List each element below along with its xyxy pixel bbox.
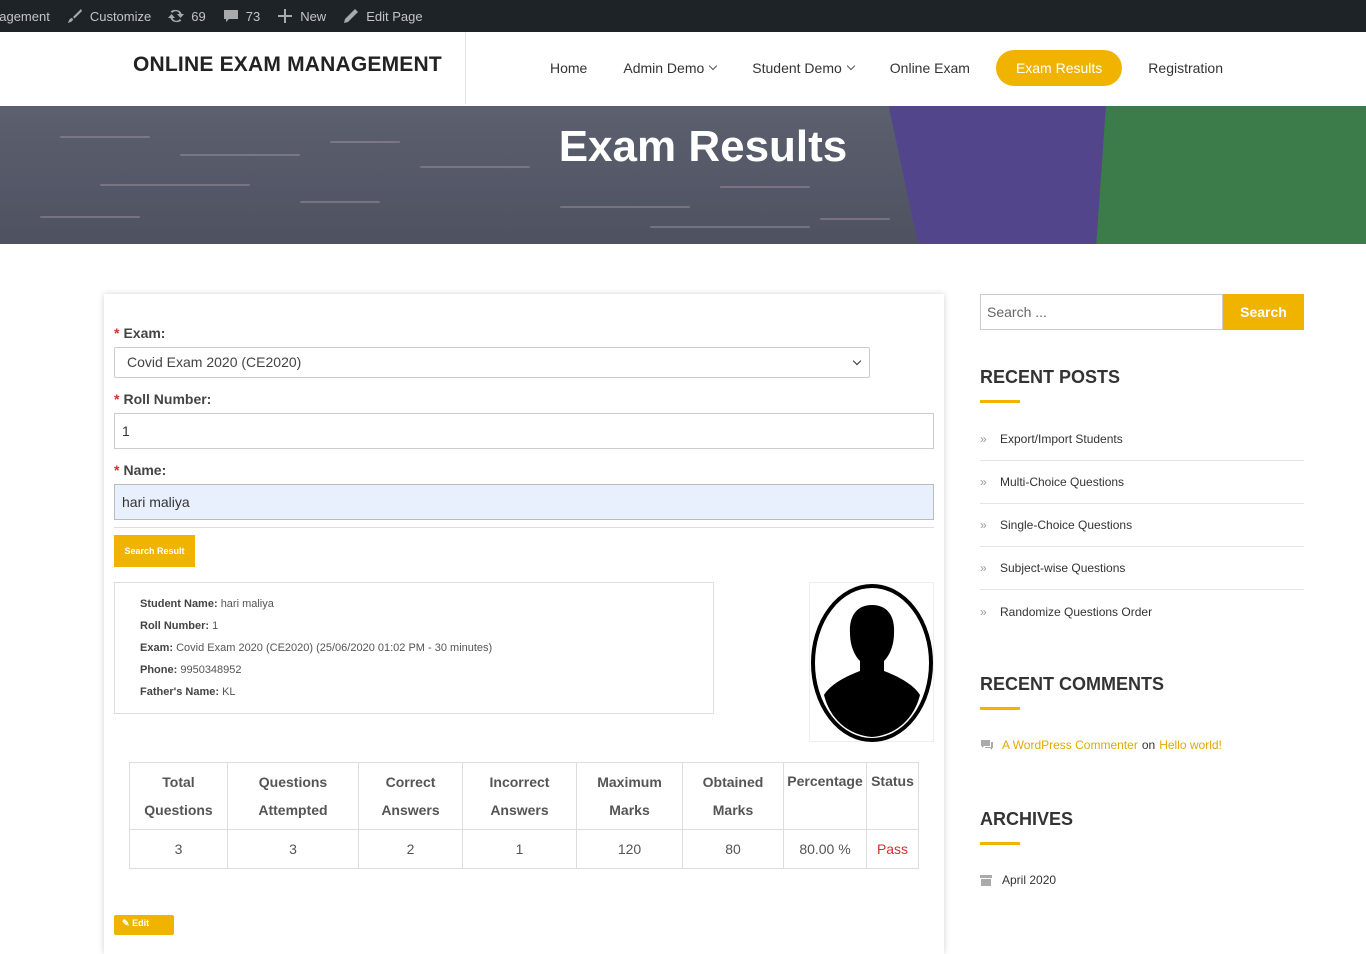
col-questions-attempted: Questions Attempted <box>227 762 359 830</box>
page-banner: Exam Results <box>0 106 1366 244</box>
brush-icon <box>66 7 84 25</box>
nav-exam-results[interactable]: Exam Results <box>995 50 1123 86</box>
edit-icon: ✎ <box>122 918 130 928</box>
avatar-silhouette-icon <box>811 584 933 742</box>
table-header-row: Total Questions Questions Attempted Correc… <box>129 762 919 830</box>
recent-posts-title: RECENT POSTS <box>980 367 1121 387</box>
recent-posts-underline <box>980 400 1020 403</box>
nav-registration[interactable]: Registration <box>1130 50 1241 86</box>
admin-bar-site-name[interactable]: nagement <box>0 0 58 32</box>
col-maximum-marks: Maximum Marks <box>576 762 683 830</box>
double-chevron-right-icon: » <box>980 475 987 489</box>
plus-icon <box>276 7 294 25</box>
exam-result-card: * Exam: Covid Exam 2020 (CE2020) * Roll Nu… <box>104 294 944 954</box>
nav-home[interactable]: Home <box>532 50 605 86</box>
admin-bar-new[interactable]: New <box>268 0 334 32</box>
page-title: Exam Results <box>558 122 848 171</box>
header-divider <box>465 32 466 104</box>
double-chevron-right-icon: » <box>980 604 987 619</box>
archives-title: ARCHIVES <box>980 809 1074 829</box>
exam-label: * Exam: <box>114 325 166 341</box>
comment-post-link[interactable]: Hello world! <box>1159 738 1222 752</box>
double-chevron-right-icon: » <box>980 432 987 446</box>
student-info-box: Student Name: hari maliya Roll Number: 1… <box>114 582 714 714</box>
nav-student-demo[interactable]: Student Demo <box>734 50 872 86</box>
cell-correct-answers: 2 <box>358 829 463 869</box>
cell-incorrect-answers: 1 <box>462 829 577 869</box>
search-result-button[interactable]: Search Result <box>114 535 195 567</box>
recent-comment-item: A WordPress Commenter on Hello world! <box>980 738 1222 752</box>
student-avatar <box>809 582 934 742</box>
table-row: 3 3 2 1 120 80 80.00 % Pass <box>129 829 919 869</box>
col-correct-answers: Correct Answers <box>358 762 463 830</box>
search-button[interactable]: Search <box>1223 294 1304 330</box>
exam-select[interactable]: Covid Exam 2020 (CE2020) <box>114 347 870 378</box>
phone-row: Phone: 9950348952 <box>140 664 242 676</box>
comment-icon <box>222 7 240 25</box>
nav-online-exam[interactable]: Online Exam <box>872 50 988 86</box>
chevron-down-icon <box>852 356 862 366</box>
pencil-icon <box>342 7 360 25</box>
archives-underline <box>980 842 1020 845</box>
edit-button[interactable]: ✎ Edit <box>114 915 174 935</box>
roll-number-row: Roll Number: 1 <box>140 620 219 632</box>
main-nav: Home Admin Demo Student Demo Online Exam… <box>532 49 1241 87</box>
site-header: ONLINE EXAM MANAGEMENT Home Admin Demo S… <box>0 32 1366 106</box>
list-item[interactable]: » Export/Import Students <box>980 418 1304 461</box>
name-input[interactable]: hari maliya <box>114 484 934 520</box>
list-item[interactable]: » Multi-Choice Questions <box>980 461 1304 504</box>
recent-comments-underline <box>980 707 1020 710</box>
results-table: Total Questions Questions Attempted Correc… <box>129 762 919 869</box>
search-input[interactable]: Search ... <box>980 294 1223 330</box>
student-name-row: Student Name: hari maliya <box>140 598 274 610</box>
cell-total-questions: 3 <box>129 829 228 869</box>
required-mark: * <box>114 462 120 478</box>
roll-number-label: * Roll Number: <box>114 391 212 407</box>
form-divider <box>114 527 934 528</box>
cell-maximum-marks: 120 <box>576 829 683 869</box>
comments-icon <box>980 739 1002 751</box>
col-percentage: Percentage <box>783 762 867 830</box>
archive-item[interactable]: April 2020 <box>980 873 1056 887</box>
list-item[interactable]: » Single-Choice Questions <box>980 504 1304 547</box>
chevron-down-icon <box>709 61 718 71</box>
name-label: * Name: <box>114 462 167 478</box>
comment-author-link[interactable]: A WordPress Commenter <box>1002 738 1138 752</box>
chevron-down-icon <box>846 61 856 71</box>
col-incorrect-answers: Incorrect Answers <box>462 762 577 830</box>
cell-status: Pass <box>866 829 919 869</box>
nav-admin-demo[interactable]: Admin Demo <box>605 50 734 86</box>
col-status: Status <box>866 762 919 830</box>
admin-bar-edit-page[interactable]: Edit Page <box>334 0 430 32</box>
cell-percentage: 80.00 % <box>783 829 867 869</box>
double-chevron-right-icon: » <box>980 518 987 532</box>
cell-questions-attempted: 3 <box>227 829 359 869</box>
recent-comments-title: RECENT COMMENTS <box>980 674 1164 694</box>
col-total-questions: Total Questions <box>129 762 228 830</box>
cell-obtained-marks: 80 <box>682 829 784 869</box>
required-mark: * <box>114 391 120 407</box>
archive-box-icon <box>980 874 1002 886</box>
required-mark: * <box>114 325 120 341</box>
admin-bar: nagement Customize 69 73 New Edit Page <box>0 0 1366 32</box>
site-title[interactable]: ONLINE EXAM MANAGEMENT <box>133 53 442 77</box>
list-item[interactable]: » Randomize Questions Order <box>980 590 1304 633</box>
admin-bar-customize[interactable]: Customize <box>58 0 159 32</box>
roll-number-input[interactable]: 1 <box>114 413 934 449</box>
list-item[interactable]: » Subject-wise Questions <box>980 547 1304 590</box>
exam-row: Exam: Covid Exam 2020 (CE2020) (25/06/20… <box>140 642 493 654</box>
admin-bar-comments[interactable]: 73 <box>214 0 268 32</box>
col-obtained-marks: Obtained Marks <box>682 762 784 830</box>
father-name-row: Father's Name: KL <box>140 686 236 698</box>
double-chevron-right-icon: » <box>980 561 987 575</box>
admin-bar-updates[interactable]: 69 <box>159 0 213 32</box>
updates-icon <box>167 7 185 25</box>
